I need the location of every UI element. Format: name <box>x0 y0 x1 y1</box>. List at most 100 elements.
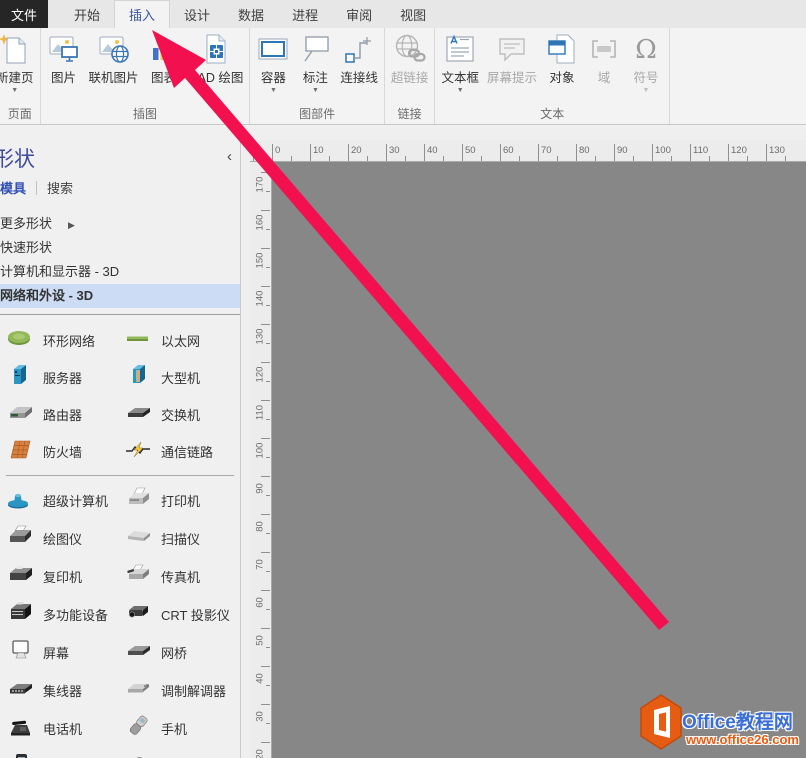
picture-icon <box>48 33 80 65</box>
scanner-icon <box>124 524 154 553</box>
ruler-number: 90 <box>254 483 266 494</box>
stencil-shape-crt-projector[interactable]: CRT 投影仪 <box>118 600 236 629</box>
tab-insert[interactable]: 插入 <box>114 0 171 28</box>
ruler-number: 50 <box>254 635 266 646</box>
fax-icon <box>124 562 154 591</box>
ribbon-group-label: 链接 <box>397 107 422 121</box>
container-button[interactable]: 容器 ▼ <box>252 31 294 96</box>
text-box-button[interactable]: 文本框 ▼ <box>437 31 483 96</box>
stencil-shape-label: 服务器 <box>43 371 83 386</box>
vertical-ruler[interactable]: 170 160 150 140 130 120 110 100 90 80 70 60 50 40 30 20 <box>250 162 272 758</box>
dropdown-caret-icon: ▼ <box>11 87 19 94</box>
stencil-shape-plotter[interactable]: 绘图仪 <box>0 524 118 553</box>
stencil-shape-multifunction-device[interactable]: 多功能设备 <box>0 600 118 629</box>
ruler-tick <box>272 144 273 161</box>
drawing-canvas[interactable] <box>272 162 806 758</box>
ruler-tick <box>348 144 349 161</box>
button-label: 图表 <box>151 71 177 85</box>
telephone-icon <box>6 714 36 743</box>
ruler-number: 40 <box>254 673 266 684</box>
stencil-row: 防火墙 通信链路 <box>0 433 240 470</box>
tab-file[interactable]: 文件 <box>0 0 48 28</box>
stencil-shape-label: 扫描仪 <box>161 531 201 547</box>
ruler-number: 80 <box>579 145 590 156</box>
tab-review[interactable]: 审阅 <box>332 0 386 28</box>
stencil-nav-more-shapes[interactable]: 更多形状 ▶ <box>0 212 240 236</box>
online-pictures-button[interactable]: 联机图片 <box>85 31 143 88</box>
stencil-shape-modem[interactable]: 调制解调器 <box>118 676 236 705</box>
svg-text:Ω: Ω <box>635 35 657 65</box>
shapes-panel-tabs: 模具 搜索 <box>0 178 83 197</box>
stencil-shape-list: 环形网络 以太网 服务器 大型机 路由器 交换机 防火墙 通信链路 超级计算机 打印机 绘图仪 扫描仪… <box>0 322 240 758</box>
stencil-shape-smartphone[interactable]: 智能手机 <box>0 752 118 758</box>
office-logo-icon <box>640 694 682 750</box>
new-page-icon <box>0 33 31 65</box>
stencil-shape-copier[interactable]: 复印机 <box>0 562 118 591</box>
chart-button[interactable]: 图表 <box>143 31 185 88</box>
stencil-shape-supercomputer[interactable]: 超级计算机 <box>0 486 118 515</box>
new-page-button[interactable]: 新建页 ▼ <box>0 31 38 96</box>
horizontal-ruler[interactable]: 0 10 20 30 40 50 60 70 80 90 100 110 120 130 <box>250 140 806 162</box>
stencil-shape-hub[interactable]: 集线器 <box>0 676 118 705</box>
object-icon <box>546 33 578 65</box>
stencil-shape-telephone[interactable]: 电话机 <box>0 714 118 743</box>
ring-network-icon <box>6 326 36 355</box>
stencil-shape-label: 屏幕 <box>43 645 70 661</box>
ribbon-group-text: 文本框 ▼ 屏幕提示 对象 域 Ω 符号 ▼ 文本 <box>435 28 670 124</box>
panel-tab-stencils[interactable]: 模具 <box>0 178 36 197</box>
picture-button[interactable]: 图片 <box>43 31 85 88</box>
tab-design[interactable]: 设计 <box>170 0 224 28</box>
tab-process[interactable]: 进程 <box>278 0 332 28</box>
ribbon-group-label: 页面 <box>7 107 32 121</box>
stencil-shape-wireless-access-point[interactable]: 无线访问点 <box>118 752 236 758</box>
stencil-shape-printer[interactable]: 打印机 <box>118 486 236 515</box>
stencil-row: 集线器 调制解调器 <box>0 671 240 709</box>
stencil-row: 智能手机无线访问点 <box>0 747 240 758</box>
ruler-number: 60 <box>254 597 266 608</box>
stencil-shape-label: 大型机 <box>161 371 201 386</box>
ruler-number: 100 <box>254 442 266 459</box>
ruler-tick <box>291 156 292 161</box>
button-label: CAD 绘图 <box>188 71 244 85</box>
stencil-nav-quick-shapes[interactable]: 快速形状 <box>0 236 240 260</box>
stencil-nav-network-peripherals-3d[interactable]: 网络和外设 - 3D <box>0 284 240 308</box>
crt-projector-icon <box>124 600 154 629</box>
cad-drawing-button[interactable]: CAD 绘图 <box>185 31 248 88</box>
modem-icon <box>124 676 154 705</box>
panel-resize-gutter[interactable] <box>240 126 250 758</box>
stencil-shape-scanner[interactable]: 扫描仪 <box>118 524 236 553</box>
panel-tab-search[interactable]: 搜索 <box>37 178 83 197</box>
ruler-tick <box>424 144 425 161</box>
cell-phone-icon <box>124 714 154 743</box>
stencil-shape-ethernet[interactable]: 以太网 <box>118 326 236 355</box>
stencil-shape-server[interactable]: 服务器 <box>0 363 118 392</box>
ruler-tick <box>310 144 311 161</box>
stencil-shape-label: 集线器 <box>43 683 83 699</box>
stencil-shape-mainframe[interactable]: 大型机 <box>118 363 236 392</box>
stencil-shape-switch[interactable]: 交换机 <box>118 400 236 429</box>
ruler-number: 20 <box>351 145 362 156</box>
ruler-tick <box>266 229 270 230</box>
tab-data[interactable]: 数据 <box>224 0 278 28</box>
callout-button[interactable]: 标注 ▼ <box>294 31 336 96</box>
comm-link-icon <box>124 437 154 466</box>
stencil-shape-screen[interactable]: 屏幕 <box>0 638 118 667</box>
ruler-tick <box>266 571 270 572</box>
collapse-panel-icon[interactable]: ‹ <box>227 149 232 164</box>
stencil-shape-router[interactable]: 路由器 <box>0 400 118 429</box>
stencil-shape-fax[interactable]: 传真机 <box>118 562 236 591</box>
stencil-shape-ring-network[interactable]: 环形网络 <box>0 326 118 355</box>
tab-view[interactable]: 视图 <box>386 0 440 28</box>
stencil-shape-bridge[interactable]: 网桥 <box>118 638 236 667</box>
container-icon <box>257 33 289 65</box>
connector-button[interactable]: 连接线 <box>336 31 382 88</box>
tab-home[interactable]: 开始 <box>60 0 114 28</box>
bridge-icon <box>124 638 154 667</box>
stencil-nav-computers-monitors-3d[interactable]: 计算机和显示器 - 3D <box>0 260 240 284</box>
printer-icon <box>124 486 154 515</box>
stencil-shape-firewall[interactable]: 防火墙 <box>0 437 118 466</box>
connector-icon <box>343 33 375 65</box>
stencil-shape-comm-link[interactable]: 通信链路 <box>118 437 236 466</box>
stencil-shape-cell-phone[interactable]: 手机 <box>118 714 236 743</box>
object-button[interactable]: 对象 <box>541 31 583 88</box>
